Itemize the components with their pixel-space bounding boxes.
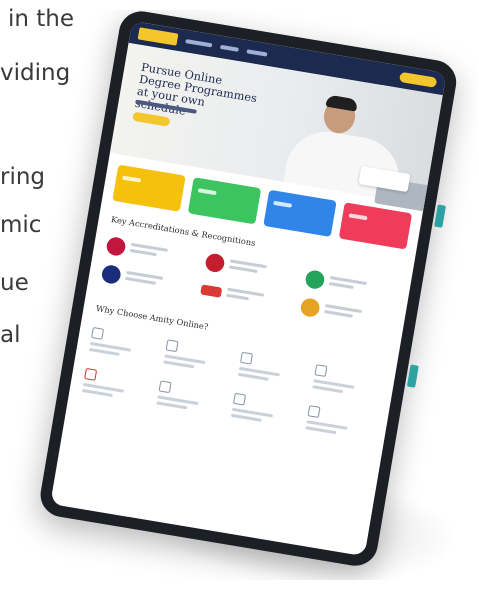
nav-item-admissions[interactable]: [219, 44, 239, 52]
feature-icon: [314, 364, 328, 378]
accreditation-logo: [105, 235, 127, 257]
nav-item-more[interactable]: [246, 49, 268, 57]
feature-item: [230, 392, 301, 431]
feature-icon: [84, 367, 98, 381]
tablet-mockup: Pursue Online Degree Programmes at your …: [8, 10, 478, 580]
feature-icon: [158, 380, 172, 394]
site-logo[interactable]: [137, 27, 179, 46]
feature-item: [163, 339, 234, 377]
accreditation-logo: [299, 297, 321, 319]
program-tile-blue[interactable]: [263, 189, 337, 237]
feature-item: [88, 326, 159, 365]
feature-icon: [232, 392, 247, 406]
nav-item-programs[interactable]: [185, 39, 213, 48]
accreditation-logo: [200, 284, 223, 298]
accreditation-logo: [204, 252, 227, 274]
feature-item: [312, 364, 383, 402]
accreditation-logo: [303, 269, 326, 291]
feature-item: [81, 367, 152, 406]
program-tile-pink[interactable]: [338, 202, 413, 250]
program-tile-yellow[interactable]: [112, 164, 186, 212]
feature-icon: [307, 405, 321, 419]
feature-icon: [239, 351, 254, 365]
feature-item: [237, 351, 308, 390]
side-help-tab[interactable]: [406, 364, 419, 388]
feature-item: [156, 380, 227, 418]
enquire-button[interactable]: [398, 71, 438, 88]
tablet-screen: Pursue Online Degree Programmes at your …: [50, 20, 447, 557]
tablet-frame: Pursue Online Degree Programmes at your …: [37, 10, 460, 570]
program-tile-green[interactable]: [187, 177, 262, 225]
feature-icon: [165, 339, 179, 353]
accreditation-logo: [100, 263, 122, 285]
feature-icon: [91, 326, 105, 340]
side-chat-tab[interactable]: [434, 204, 446, 228]
feature-item: [305, 405, 376, 443]
